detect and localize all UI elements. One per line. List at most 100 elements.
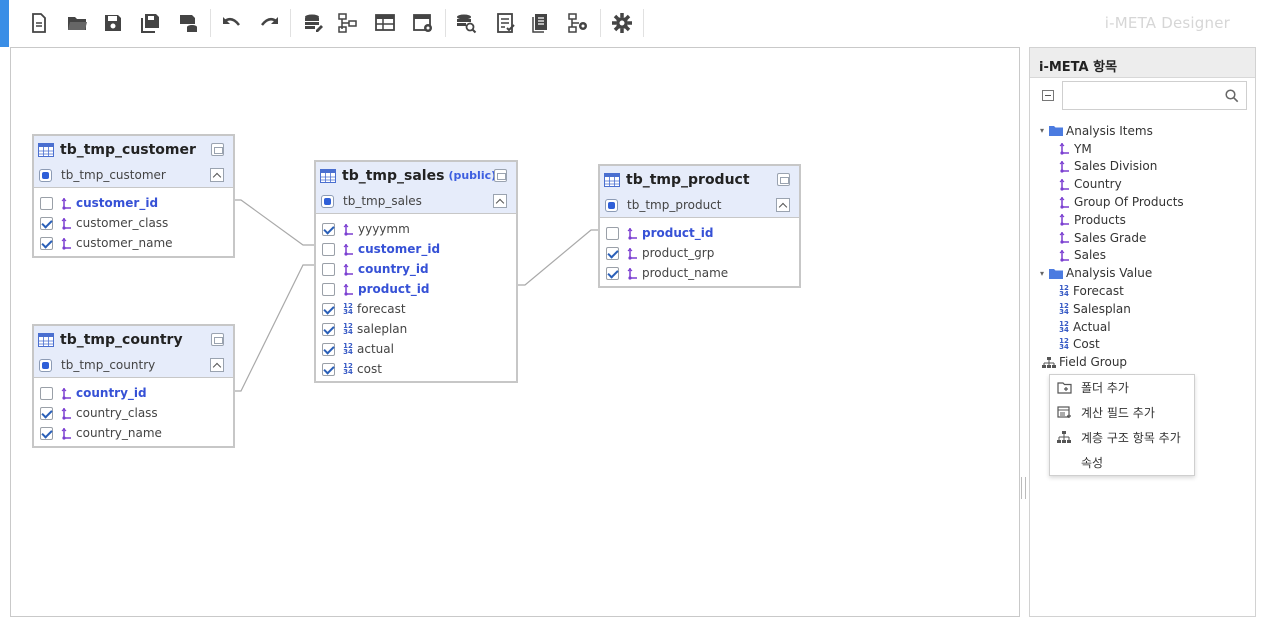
collapse-icon[interactable] bbox=[210, 358, 224, 372]
field-name: product_id bbox=[358, 282, 430, 296]
field-checkbox[interactable] bbox=[40, 406, 53, 420]
expand-caret-icon[interactable]: ▾ bbox=[1040, 269, 1048, 278]
table-options-icon[interactable] bbox=[211, 333, 224, 346]
tree-item[interactable]: Sales Grade bbox=[1040, 229, 1250, 247]
tree-item[interactable]: Group Of Products bbox=[1040, 193, 1250, 211]
tree-item[interactable]: Country bbox=[1040, 175, 1250, 193]
field-row: product_grp bbox=[606, 243, 799, 263]
expand-caret-icon[interactable]: ▾ bbox=[1040, 126, 1048, 135]
tree-folder-analysis-value[interactable]: ▾ Analysis Value bbox=[1040, 264, 1250, 282]
dimension-field-icon bbox=[61, 237, 71, 250]
table-title: tb_tmp_country bbox=[60, 331, 183, 348]
table-select-radio[interactable] bbox=[605, 198, 618, 212]
field-checkbox[interactable] bbox=[606, 226, 619, 240]
field-checkbox[interactable] bbox=[322, 302, 335, 316]
field-row: country_id bbox=[40, 383, 233, 403]
field-checkbox[interactable] bbox=[322, 262, 335, 276]
tree-item[interactable]: Products bbox=[1040, 211, 1250, 229]
items-panel: i-META 항목 ▾ Analysis Items YM Sales Divi… bbox=[1029, 47, 1256, 617]
undo-button[interactable] bbox=[219, 10, 245, 36]
collapse-icon[interactable] bbox=[210, 168, 224, 182]
tree-item[interactable]: 12 34 Actual bbox=[1040, 318, 1250, 336]
dimension-field-icon bbox=[627, 247, 637, 260]
tree-item[interactable]: 12 34 Salesplan bbox=[1040, 300, 1250, 318]
sales-field-list: yyyymm customer_id country_id product_id… bbox=[316, 214, 516, 383]
checklist-button[interactable] bbox=[493, 10, 519, 36]
hierarchy-settings-button[interactable] bbox=[565, 10, 591, 36]
diagram-canvas[interactable]: tb_tmp_customer tb_tmp_customer customer… bbox=[10, 47, 1020, 617]
search-input[interactable] bbox=[1063, 82, 1218, 108]
tree-item[interactable]: Sales Division bbox=[1040, 158, 1250, 176]
menu-item-add-hierarchy[interactable]: 계층 구조 항목 추가 bbox=[1050, 425, 1194, 450]
field-checkbox[interactable] bbox=[40, 236, 53, 250]
query-search-icon bbox=[457, 14, 477, 34]
new-file-button[interactable] bbox=[26, 10, 52, 36]
save-icon bbox=[105, 15, 121, 31]
tree-structure-button[interactable] bbox=[335, 10, 361, 36]
field-name: customer_id bbox=[358, 242, 441, 256]
undo-icon bbox=[223, 17, 240, 26]
save-button[interactable] bbox=[100, 10, 126, 36]
dimension-field-icon bbox=[1059, 232, 1069, 244]
table-options-icon[interactable] bbox=[494, 169, 507, 182]
collapse-all-icon[interactable] bbox=[1042, 90, 1054, 101]
field-name: cost bbox=[357, 362, 382, 376]
field-checkbox[interactable] bbox=[322, 242, 335, 256]
menu-item-add-calculated-field[interactable]: 계산 필드 추가 bbox=[1050, 400, 1194, 425]
dimension-field-icon bbox=[627, 267, 637, 280]
tree-folder-analysis-items[interactable]: ▾ Analysis Items bbox=[1040, 122, 1250, 140]
tree-folder-field-group[interactable]: Field Group bbox=[1040, 353, 1250, 371]
table-edit-button[interactable] bbox=[372, 10, 398, 36]
table-card-sales[interactable]: tb_tmp_sales (public) tb_tmp_sales yyyym… bbox=[314, 160, 518, 383]
tree-item[interactable]: 12 34 Forecast bbox=[1040, 282, 1250, 300]
table-options-icon[interactable] bbox=[777, 173, 790, 186]
field-checkbox[interactable] bbox=[40, 426, 53, 440]
collapse-icon[interactable] bbox=[493, 194, 507, 208]
field-checkbox[interactable] bbox=[40, 196, 53, 210]
toolbar-separator bbox=[445, 9, 446, 37]
save-as-button[interactable] bbox=[137, 10, 163, 36]
query-search-button[interactable] bbox=[453, 10, 479, 36]
database-edit-button[interactable] bbox=[300, 10, 326, 36]
dimension-field-icon bbox=[1059, 178, 1069, 191]
table-settings-button[interactable] bbox=[410, 10, 436, 36]
field-checkbox[interactable] bbox=[322, 362, 335, 376]
field-checkbox[interactable] bbox=[322, 282, 335, 296]
panel-splitter-handle[interactable] bbox=[1021, 477, 1026, 499]
field-name: actual bbox=[357, 342, 394, 356]
collapse-icon[interactable] bbox=[776, 198, 790, 212]
field-checkbox[interactable] bbox=[40, 386, 53, 400]
table-card-product[interactable]: tb_tmp_product tb_tmp_product product_id… bbox=[598, 164, 801, 288]
menu-item-add-folder[interactable]: 폴더 추가 bbox=[1050, 375, 1194, 400]
field-checkbox[interactable] bbox=[322, 342, 335, 356]
field-checkbox[interactable] bbox=[40, 216, 53, 230]
field-checkbox[interactable] bbox=[322, 222, 335, 236]
tree-item[interactable]: Sales bbox=[1040, 247, 1250, 265]
table-subtitle: tb_tmp_customer bbox=[61, 168, 166, 182]
save-db-button[interactable] bbox=[175, 10, 201, 36]
field-checkbox[interactable] bbox=[606, 246, 619, 260]
table-select-radio[interactable] bbox=[321, 194, 334, 208]
table-select-radio[interactable] bbox=[39, 358, 52, 372]
menu-item-properties[interactable]: 속성 bbox=[1050, 450, 1194, 475]
search-box bbox=[1062, 81, 1247, 110]
field-checkbox[interactable] bbox=[606, 266, 619, 280]
settings-button[interactable] bbox=[609, 10, 635, 36]
tree-item[interactable]: 12 34 Cost bbox=[1040, 336, 1250, 354]
document-button[interactable] bbox=[528, 10, 554, 36]
measure-field-icon: 12 34 bbox=[1059, 284, 1069, 299]
table-card-country[interactable]: tb_tmp_country tb_tmp_country country_id… bbox=[32, 324, 235, 448]
field-row: customer_class bbox=[40, 213, 233, 233]
table-options-icon[interactable] bbox=[211, 143, 224, 156]
tree-item[interactable]: YM bbox=[1040, 140, 1250, 158]
field-checkbox[interactable] bbox=[322, 322, 335, 336]
redo-button[interactable] bbox=[256, 10, 282, 36]
dimension-field-icon bbox=[343, 283, 353, 296]
table-select-radio[interactable] bbox=[39, 168, 52, 182]
table-header: tb_tmp_sales (public) tb_tmp_sales bbox=[316, 162, 516, 214]
search-icon[interactable] bbox=[1225, 89, 1239, 103]
table-card-customer[interactable]: tb_tmp_customer tb_tmp_customer customer… bbox=[32, 134, 235, 258]
field-row: product_id bbox=[606, 223, 799, 243]
open-button[interactable] bbox=[64, 10, 90, 36]
blank-icon bbox=[1057, 456, 1072, 469]
